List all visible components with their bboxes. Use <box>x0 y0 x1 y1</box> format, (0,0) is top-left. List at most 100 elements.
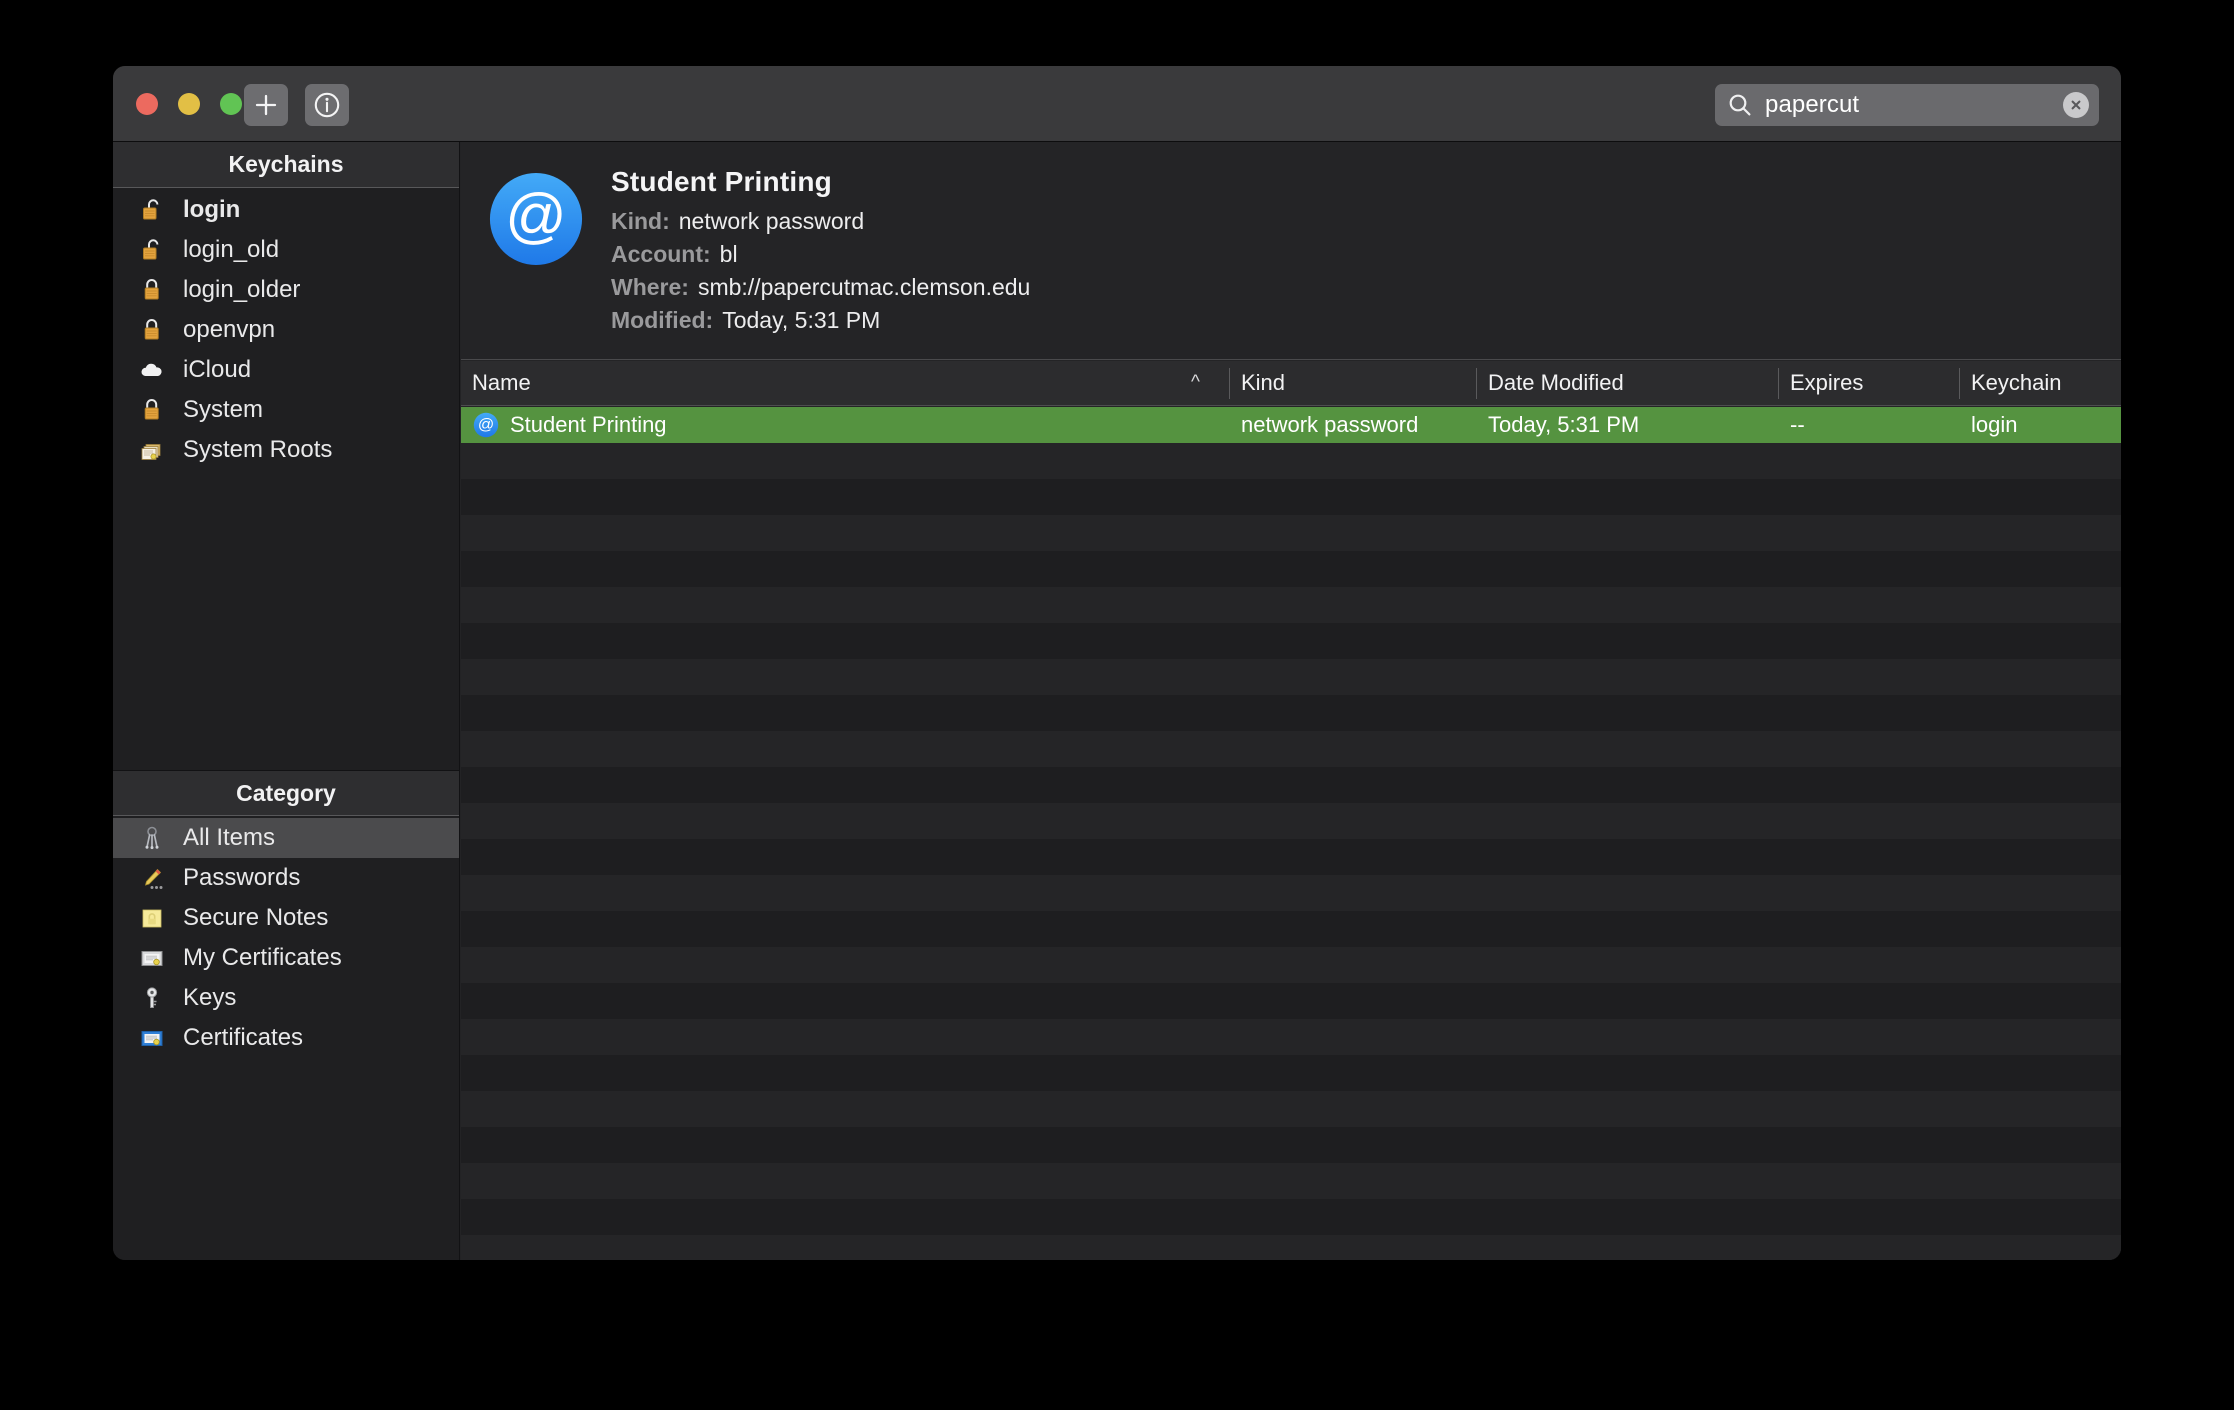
sidebar-category-label: Keys <box>183 984 237 1011</box>
table-row-empty[interactable] <box>461 731 2121 767</box>
close-window-button[interactable] <box>136 93 158 115</box>
table-row-empty[interactable] <box>461 623 2121 659</box>
cell-date-modified: Today, 5:31 PM <box>1488 412 1640 437</box>
sidebar-category-label: Secure Notes <box>183 904 329 931</box>
item-title: Student Printing <box>611 166 832 197</box>
sidebar-keychain-system[interactable]: System <box>113 390 459 430</box>
detail-field-account: Account: bl <box>611 241 1030 268</box>
info-icon <box>314 92 340 118</box>
locked-keychain-icon <box>135 393 169 427</box>
keychains-section-header: Keychains <box>113 142 459 188</box>
item-detail-panel: @ Student Printing Kind: network passwor… <box>461 142 2121 360</box>
table-header-row: Name ^ Kind Date Modified Expires Keycha <box>461 361 2121 406</box>
certificate-icon <box>135 941 169 975</box>
sidebar-keychain-system-roots[interactable]: System Roots <box>113 430 459 470</box>
column-header-kind[interactable]: Kind <box>1230 361 1476 405</box>
unlocked-keychain-icon <box>135 233 169 267</box>
add-item-button[interactable] <box>244 84 288 126</box>
table-body: @ Student Printing network password Toda… <box>461 407 2121 1260</box>
sidebar-category-my-certificates[interactable]: My Certificates <box>113 938 459 978</box>
sidebar-category-secure-notes[interactable]: Secure Notes <box>113 898 459 938</box>
items-table: Name ^ Kind Date Modified Expires Keycha <box>461 361 2121 1260</box>
table-row-empty[interactable] <box>461 479 2121 515</box>
table-row-empty[interactable] <box>461 1235 2121 1260</box>
column-header-keychain[interactable]: Keychain <box>1960 361 2121 405</box>
column-header-label: Date Modified <box>1488 370 1624 395</box>
sidebar-category-keys[interactable]: Keys <box>113 978 459 1018</box>
item-info-button[interactable] <box>305 84 349 126</box>
keychain-access-window: papercut Keychains login login_old login… <box>113 66 2121 1260</box>
table-row-empty[interactable] <box>461 911 2121 947</box>
detail-field-label: Where: <box>611 274 689 300</box>
column-header-expires[interactable]: Expires <box>1779 361 1959 405</box>
table-row-empty[interactable] <box>461 947 2121 983</box>
window-titlebar: papercut <box>113 66 2121 142</box>
column-header-label: Kind <box>1241 370 1286 395</box>
table-row-empty[interactable] <box>461 659 2121 695</box>
column-header-label: Expires <box>1790 370 1864 395</box>
detail-field-value: network password <box>678 208 865 234</box>
column-header-label: Keychain <box>1971 370 2062 395</box>
column-header-date-modified[interactable]: Date Modified <box>1477 361 1778 405</box>
main-content: @ Student Printing Kind: network passwor… <box>461 142 2121 1260</box>
category-section: Category All Items Passwords Secure Note… <box>113 770 459 1058</box>
category-section-header: Category <box>113 770 459 816</box>
traffic-light-group <box>136 93 242 115</box>
detail-field-value: smb://papercutmac.clemson.edu <box>697 274 1031 300</box>
table-row-empty[interactable] <box>461 515 2121 551</box>
empty-table-rows <box>461 443 2121 1260</box>
certificate-blue-icon <box>135 1021 169 1055</box>
sort-ascending-icon: ^ <box>1191 372 1200 393</box>
table-row-empty[interactable] <box>461 875 2121 911</box>
table-row-empty[interactable] <box>461 1163 2121 1199</box>
table-row-empty[interactable] <box>461 1019 2121 1055</box>
table-row-empty[interactable] <box>461 1055 2121 1091</box>
certificates-stack-icon <box>135 433 169 467</box>
unlocked-keychain-icon <box>135 193 169 227</box>
table-row-empty[interactable] <box>461 1127 2121 1163</box>
search-field[interactable]: papercut <box>1715 84 2099 126</box>
clear-search-button[interactable] <box>2063 92 2089 118</box>
sidebar-keychain-icloud[interactable]: iCloud <box>113 350 459 390</box>
sidebar-keychain-openvpn[interactable]: openvpn <box>113 310 459 350</box>
search-icon <box>1729 94 1751 116</box>
table-row-empty[interactable] <box>461 551 2121 587</box>
plus-icon <box>255 94 277 116</box>
detail-field-modified: Modified: Today, 5:31 PM <box>611 307 1030 334</box>
table-row[interactable]: @ Student Printing network password Toda… <box>461 407 2121 443</box>
at-sign-network-password-icon: @ <box>489 172 583 266</box>
table-row-empty[interactable] <box>461 839 2121 875</box>
sidebar-category-label: Passwords <box>183 864 301 891</box>
table-row-empty[interactable] <box>461 587 2121 623</box>
sidebar-keychain-label: iCloud <box>183 356 252 383</box>
table-row-empty[interactable] <box>461 803 2121 839</box>
sidebar-category-label: Certificates <box>183 1024 304 1051</box>
sidebar-keychain-login[interactable]: login <box>113 190 459 230</box>
sidebar-category-label: All Items <box>183 824 276 851</box>
sidebar: Keychains login login_old login_older op… <box>113 142 460 1260</box>
sidebar-keychain-label: System <box>183 396 264 423</box>
secure-note-icon <box>135 901 169 935</box>
minimize-window-button[interactable] <box>178 93 200 115</box>
table-row-empty[interactable] <box>461 695 2121 731</box>
table-row-empty[interactable] <box>461 443 2121 479</box>
sidebar-category-certificates[interactable]: Certificates <box>113 1018 459 1058</box>
table-row-empty[interactable] <box>461 1199 2121 1235</box>
cell-expires: -- <box>1790 412 1805 437</box>
table-row-empty[interactable] <box>461 983 2121 1019</box>
sidebar-category-passwords[interactable]: Passwords <box>113 858 459 898</box>
sidebar-category-all-items[interactable]: All Items <box>113 818 459 858</box>
search-input[interactable]: papercut <box>1765 91 2063 119</box>
svg-text:@: @ <box>505 182 567 250</box>
close-icon <box>2071 100 2081 110</box>
detail-field-label: Modified: <box>611 307 714 333</box>
column-header-name[interactable]: Name <box>461 361 1229 405</box>
table-row-empty[interactable] <box>461 1091 2121 1127</box>
zoom-window-button[interactable] <box>220 93 242 115</box>
sidebar-keychain-label: System Roots <box>183 436 333 463</box>
detail-field-kind: Kind: network password <box>611 208 1030 235</box>
sidebar-keychain-login-older[interactable]: login_older <box>113 270 459 310</box>
table-row-empty[interactable] <box>461 767 2121 803</box>
svg-text:@: @ <box>478 416 494 434</box>
sidebar-keychain-login-old[interactable]: login_old <box>113 230 459 270</box>
